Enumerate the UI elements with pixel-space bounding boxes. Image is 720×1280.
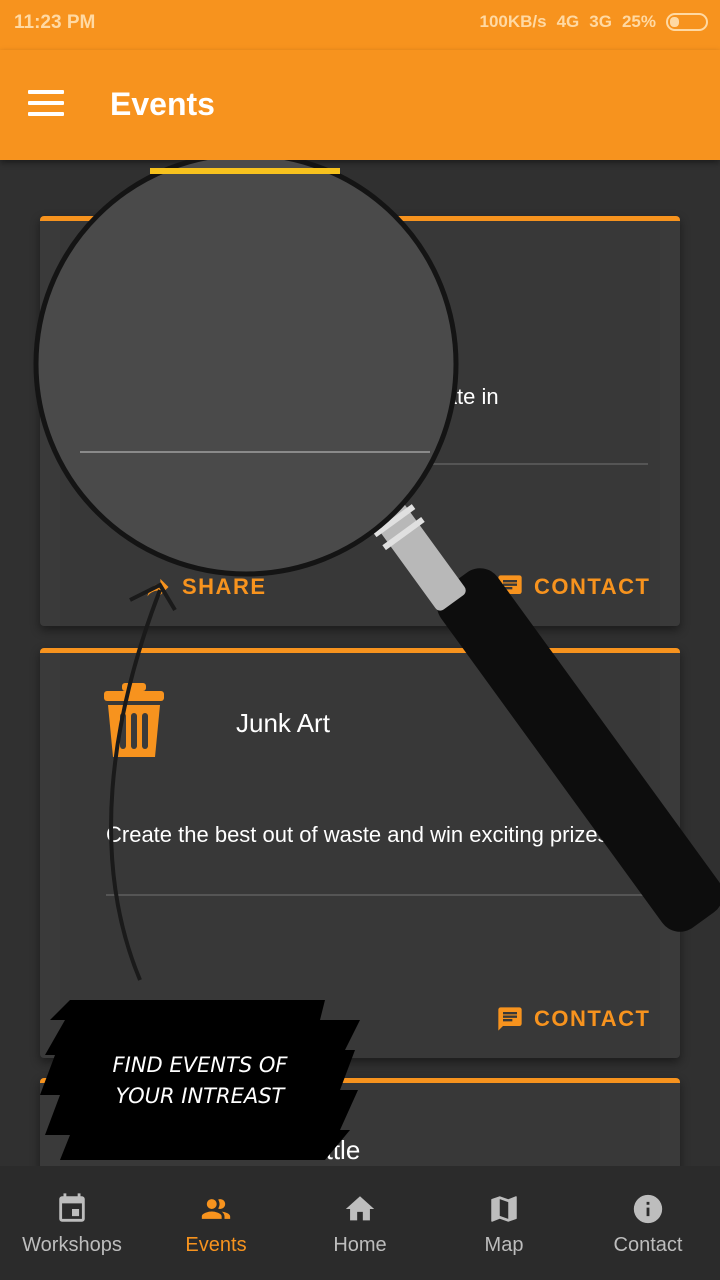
share-button[interactable]: SHARE — [144, 573, 267, 601]
network-3g: 3G — [589, 12, 612, 31]
card-divider — [106, 463, 648, 465]
home-icon — [345, 1196, 375, 1221]
calendar-icon — [59, 1193, 85, 1222]
battery-icon — [666, 13, 708, 31]
nav-label: Map — [484, 1234, 524, 1256]
status-bar: 11:23 PM 100KB/s 4G 3G 25% — [0, 0, 720, 50]
hamburger-menu-icon[interactable] — [28, 90, 64, 118]
event-description: Are you an android expert? Patic pate in… — [106, 384, 499, 437]
network-4g: 4G — [556, 12, 580, 31]
info-icon — [633, 1194, 663, 1224]
people-icon — [201, 1199, 231, 1219]
page-title: Events — [110, 86, 215, 122]
trash-can-icon — [104, 683, 164, 757]
callout-text: FIND EVENTS OF YOUR INTREAST — [112, 1053, 288, 1108]
status-time: 11:23 PM — [14, 12, 96, 33]
network-speed: 100KB/s — [479, 12, 547, 31]
map-icon — [491, 1196, 517, 1222]
nav-contact[interactable]: Contact — [576, 1166, 720, 1280]
event-title: Junk Art — [236, 708, 330, 738]
card-divider — [106, 894, 648, 896]
nav-label: Contact — [613, 1234, 683, 1256]
nav-events[interactable]: Events — [144, 1166, 288, 1280]
event-title: Andromaster — [236, 246, 385, 276]
nav-label: Workshops — [22, 1234, 122, 1256]
status-indicators: 100KB/s 4G 3G 25% — [479, 12, 708, 32]
bottom-navigation: Workshops Events Home Map Contact — [0, 1166, 720, 1280]
contact-button[interactable]: CONTACT — [496, 1005, 650, 1033]
contact-button[interactable]: CONTACT — [496, 573, 650, 601]
chat-icon — [498, 1007, 522, 1031]
share-icon — [147, 578, 169, 597]
nav-home[interactable]: Home — [288, 1166, 432, 1280]
chat-icon — [498, 575, 522, 599]
android-icon — [104, 240, 164, 317]
event-description: Create the best out of waste and win exc… — [106, 822, 615, 847]
callout-banner: FIND EVENTS OF YOUR INTREAST — [40, 995, 360, 1170]
nav-workshops[interactable]: Workshops — [0, 1166, 144, 1280]
contact-label: CONTACT — [534, 1006, 651, 1031]
nav-label: Events — [185, 1234, 247, 1256]
nav-label: Home — [333, 1234, 387, 1256]
nav-map[interactable]: Map — [432, 1166, 576, 1280]
share-label: SHARE — [182, 574, 267, 599]
contact-label: CONTACT — [534, 574, 651, 599]
event-card-andromaster[interactable]: Andromaster Are you an android expert? P… — [40, 216, 680, 626]
app-bar: Events — [0, 50, 720, 160]
battery-percent: 25% — [621, 12, 656, 31]
